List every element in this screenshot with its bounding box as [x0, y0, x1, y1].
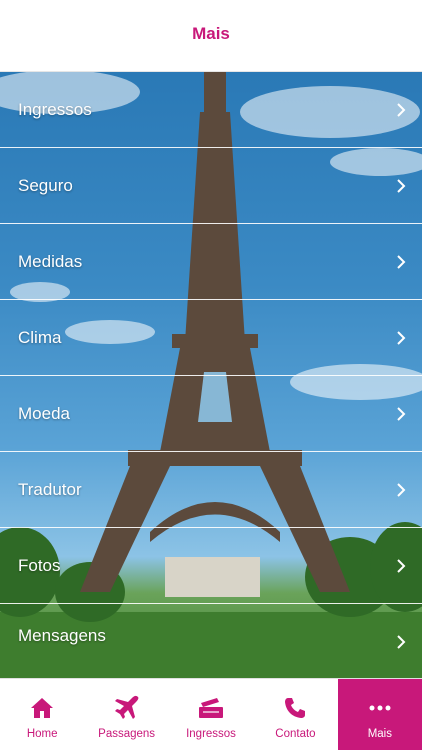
tab-ingressos[interactable]: Ingressos	[169, 679, 253, 750]
menu-item-seguro[interactable]: Seguro	[0, 148, 422, 224]
menu-item-label: Moeda	[18, 403, 70, 423]
tab-mais[interactable]: Mais	[337, 679, 422, 750]
menu-item-label: Fotos	[18, 555, 61, 575]
menu-item-clima[interactable]: Clima	[0, 300, 422, 376]
chevron-right-icon	[397, 482, 406, 497]
menu-item-fotos[interactable]: Fotos	[0, 528, 422, 604]
tab-contato[interactable]: Contato	[253, 679, 337, 750]
tab-label: Home	[26, 728, 58, 740]
chevron-right-icon	[397, 330, 406, 345]
menu-item-label: Seguro	[18, 175, 73, 195]
chevron-right-icon	[397, 178, 406, 193]
menu-item-mensagens[interactable]: Mensagens	[0, 604, 422, 678]
chevron-right-icon	[397, 102, 406, 117]
menu-item-medidas[interactable]: Medidas	[0, 224, 422, 300]
page-title: Mais	[192, 23, 230, 43]
chevron-right-icon	[397, 558, 406, 573]
menu-item-label: Clima	[18, 327, 62, 347]
header-bar: Mais	[0, 0, 422, 72]
tab-label: Passagens	[98, 728, 156, 740]
phone-icon	[283, 694, 307, 722]
menu-item-moeda[interactable]: Moeda	[0, 376, 422, 452]
tab-home[interactable]: Home	[0, 679, 84, 750]
bottom-tab-bar: Home Passagens Ingressos Contato Mais	[0, 678, 422, 750]
airplane-icon	[114, 694, 140, 722]
menu-item-label: Ingressos	[18, 99, 92, 119]
menu-item-tradutor[interactable]: Tradutor	[0, 452, 422, 528]
chevron-right-icon	[397, 635, 406, 649]
menu-item-label: Mensagens	[18, 626, 106, 645]
tab-label: Mais	[367, 728, 392, 740]
house-icon	[30, 694, 54, 722]
tab-passagens[interactable]: Passagens	[84, 679, 168, 750]
tab-label: Ingressos	[186, 728, 236, 740]
chevron-right-icon	[397, 406, 406, 421]
more-dots-icon	[369, 694, 391, 722]
menu-item-label: Medidas	[18, 251, 83, 271]
chevron-right-icon	[397, 254, 406, 269]
tab-label: Contato	[275, 728, 316, 740]
more-menu-list: Ingressos Seguro Medidas Clima Moeda Tra…	[0, 72, 422, 678]
tickets-icon	[197, 694, 225, 722]
menu-item-ingressos[interactable]: Ingressos	[0, 72, 422, 148]
menu-item-label: Tradutor	[18, 479, 82, 499]
